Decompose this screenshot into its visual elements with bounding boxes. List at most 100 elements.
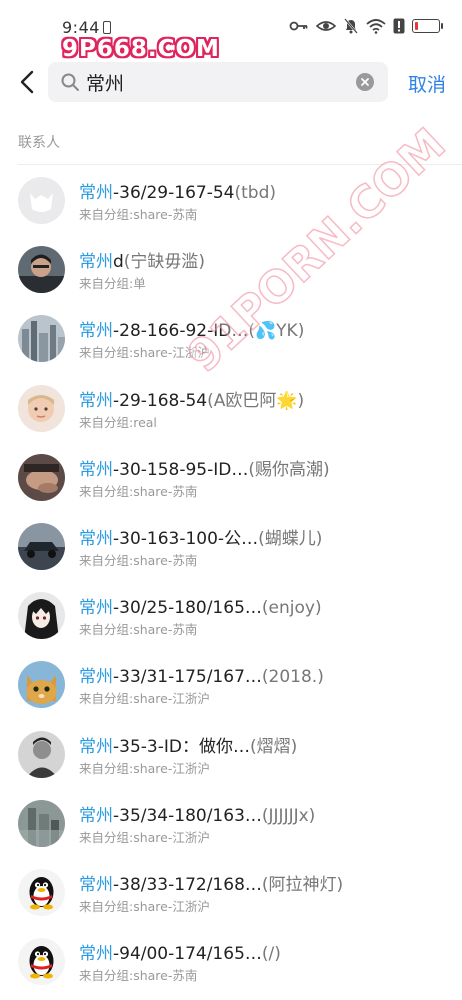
contact-row[interactable]: 常州-30-158-95-ID…(赐你高潮) 来自分组:share-苏南 — [0, 443, 462, 512]
contact-remark: (2018.) — [261, 667, 324, 688]
contact-name-highlight: 常州 — [79, 875, 113, 895]
avatar — [18, 938, 65, 986]
alert-icon — [393, 18, 405, 34]
contact-name: 常州-30/25-180/165…(enjoy) — [79, 593, 322, 618]
contact-name: 常州-30-163-100-公…(蝴蝶儿) — [79, 524, 322, 549]
cancel-button[interactable]: 取消 — [408, 70, 446, 97]
back-icon[interactable] — [14, 68, 42, 96]
contact-name: 常州-30-158-95-ID…(赐你高潮) — [79, 455, 330, 480]
contact-name-highlight: 常州 — [79, 529, 113, 549]
contact-name-highlight: 常州 — [79, 667, 113, 688]
contact-name-text: -35-3-ID：做你… — [113, 736, 250, 757]
contact-name-text: -94/00-174/165… — [113, 944, 262, 965]
search-box[interactable] — [48, 62, 388, 102]
clear-icon[interactable] — [356, 73, 374, 91]
contact-name-highlight: 常州 — [79, 321, 113, 342]
contact-row[interactable]: 常州-30-163-100-公…(蝴蝶儿) 来自分组:share-苏南 — [0, 512, 462, 581]
contact-name-text: -30-158-95-ID… — [113, 459, 249, 480]
contact-name-text: d — [113, 252, 124, 273]
avatar — [18, 384, 65, 432]
avatar — [18, 661, 65, 709]
contact-remark: (enjoy) — [261, 598, 322, 619]
key-icon — [289, 21, 308, 31]
contact-name-highlight: 常州 — [79, 390, 113, 411]
contact-name-highlight: 常州 — [79, 736, 113, 757]
eye-icon — [316, 21, 336, 31]
avatar — [18, 315, 65, 363]
contact-name-text: -30/25-180/165… — [113, 598, 262, 619]
contact-group: 来自分组:share-江浙沪 — [79, 345, 210, 361]
avatar — [18, 246, 65, 294]
contact-remark: (熠熠) — [249, 736, 298, 757]
contact-name: 常州-28-166-92-ID…(💦YK) — [79, 316, 304, 341]
contact-remark: (/) — [261, 944, 281, 965]
contact-group: 来自分组:share-江浙沪 — [79, 691, 210, 707]
phone-outline-icon — [103, 21, 111, 34]
contact-group: 来自分组:share-江浙沪 — [79, 829, 210, 845]
avatar — [18, 177, 65, 224]
contact-remark: (💦YK) — [248, 321, 305, 342]
contact-row[interactable]: 常州-35/34-180/163…(JJJJJJx) 来自分组:share-江浙沪 — [0, 789, 462, 858]
contact-name-highlight: 常州 — [79, 805, 113, 826]
contact-group: 来自分组:real — [79, 414, 157, 430]
contact-name: 常州-36/29-167-54(tbd) — [79, 178, 276, 203]
contact-group: 来自分组:单 — [79, 276, 146, 292]
contact-name-text: -30-163-100-公… — [113, 529, 259, 549]
contact-name: 常州-38/33-172/168…(阿拉神灯) — [79, 870, 343, 895]
status-time: 9:44 — [62, 18, 100, 37]
contact-row[interactable]: 常州-29-168-54(A欧巴阿🌟) 来自分组:real — [0, 374, 462, 443]
contact-remark: (阿拉神灯) — [261, 875, 344, 895]
contact-row[interactable]: 常州-38/33-172/168…(阿拉神灯) 来自分组:share-江浙沪 — [0, 858, 462, 927]
contact-group: 来自分组:share-江浙沪 — [79, 899, 210, 914]
contact-group: 来自分组:share-苏南 — [79, 622, 198, 638]
contact-remark: (A欧巴阿🌟) — [207, 390, 305, 411]
status-icons — [289, 18, 443, 34]
contact-remark: (JJJJJJx) — [261, 805, 316, 826]
battery-icon — [412, 19, 443, 33]
contact-row[interactable]: 常州-94/00-174/165…(/) 来自分组:share-苏南 — [0, 927, 462, 996]
contact-name-text: -38/33-172/168… — [113, 875, 262, 895]
contact-row[interactable]: 常州-36/29-167-54(tbd) 来自分组:share-苏南 — [0, 166, 462, 235]
avatar — [18, 523, 65, 570]
contact-row[interactable]: 常州-35-3-ID：做你…(熠熠) 来自分组:share-江浙沪 — [0, 720, 462, 789]
section-label-contacts: 联系人 — [18, 135, 60, 151]
avatar — [18, 869, 65, 916]
contact-remark: (宁缺毋滥) — [123, 252, 206, 273]
contact-name: 常州-35/34-180/163…(JJJJJJx) — [79, 801, 315, 826]
contact-name: 常州-94/00-174/165…(/) — [79, 939, 281, 964]
contact-name-highlight: 常州 — [79, 252, 113, 273]
contact-group: 来自分组:share-苏南 — [79, 553, 198, 568]
contact-name-text: -36/29-167-54 — [113, 183, 235, 203]
contact-name-text: -33/31-175/167… — [113, 667, 262, 688]
contact-row[interactable]: 常州-30/25-180/165…(enjoy) 来自分组:share-苏南 — [0, 581, 462, 650]
contact-name: 常州-33/31-175/167…(2018.) — [79, 662, 324, 687]
avatar — [18, 730, 65, 778]
contact-name: 常州-35-3-ID：做你…(熠熠) — [79, 732, 297, 757]
contact-name-highlight: 常州 — [79, 183, 113, 203]
contact-name: 常州d(宁缺毋滥) — [79, 247, 205, 272]
contact-group: 来自分组:share-苏南 — [79, 968, 198, 984]
contact-name: 常州-29-168-54(A欧巴阿🌟) — [79, 386, 304, 411]
contact-row[interactable]: 常州-33/31-175/167…(2018.) 来自分组:share-江浙沪 — [0, 650, 462, 719]
contact-remark: (蝴蝶儿) — [258, 529, 323, 549]
wifi-icon — [366, 19, 386, 34]
contact-name-highlight: 常州 — [79, 459, 113, 480]
battery-level — [415, 22, 419, 30]
contact-name-highlight: 常州 — [79, 598, 113, 619]
contact-name-text: -35/34-180/163… — [113, 805, 262, 826]
search-icon — [61, 73, 79, 91]
contact-group: 来自分组:share-江浙沪 — [79, 760, 210, 776]
contact-row[interactable]: 常州-28-166-92-ID…(💦YK) 来自分组:share-江浙沪 — [0, 304, 462, 373]
contact-row[interactable]: 常州d(宁缺毋滥) 来自分组:单 — [0, 235, 462, 304]
avatar — [18, 799, 65, 847]
contact-name-highlight: 常州 — [79, 944, 113, 965]
search-input[interactable] — [86, 68, 346, 96]
contact-remark: (tbd) — [234, 183, 276, 203]
section-divider — [18, 164, 462, 165]
search-header: 取消 — [0, 58, 462, 106]
contact-name-text: -29-168-54 — [113, 390, 208, 411]
contact-group: 来自分组:share-苏南 — [79, 207, 198, 222]
contact-group: 来自分组:share-苏南 — [79, 483, 198, 499]
contact-remark: (赐你高潮) — [248, 459, 330, 480]
contact-name-text: -28-166-92-ID… — [113, 321, 249, 342]
